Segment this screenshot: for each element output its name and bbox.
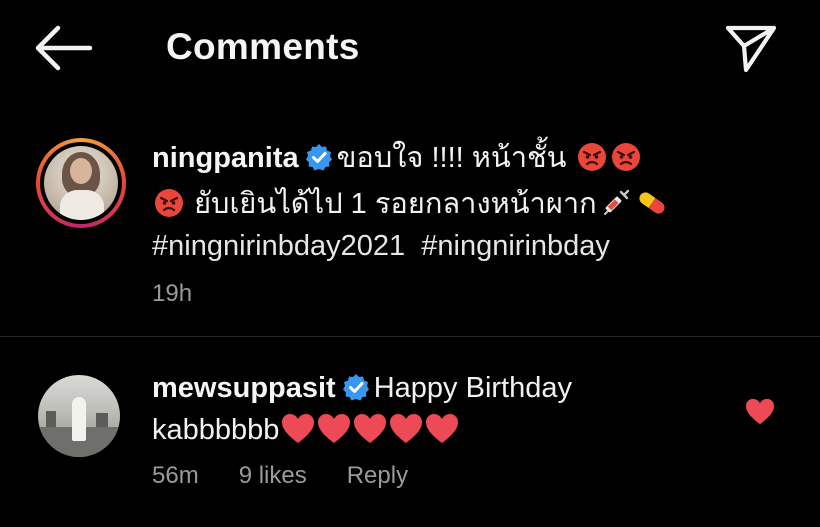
timestamp: 56m [152,462,199,489]
caption-text-2: ยับเยินได้ไป 1 รอยกลางหน้าผาก [194,188,597,220]
caption-text-1: ขอบใจ !!!! หน้าชั้น [336,142,567,174]
comment-item: mewsuppasit Happy Birthday kabbbbbb 56m 9… [0,360,820,520]
red-heart-icon [354,414,387,443]
divider [0,336,820,337]
angry-face-icon [611,143,640,171]
verified-badge-icon [342,374,369,401]
comment-line-2: kabbbbbb [152,410,459,451]
share-button[interactable] [724,20,778,74]
avatar[interactable] [38,375,120,457]
angry-face-icon [577,143,606,171]
story-ring[interactable] [36,138,126,228]
angry-face-icon [155,189,183,217]
header: Comments [0,0,820,100]
pill-icon [639,192,665,214]
verified-badge-icon [305,144,332,171]
reply-button[interactable]: Reply [347,462,408,489]
comment-text-2: kabbbbbb [152,414,280,446]
comment-username[interactable]: mewsuppasit [152,372,336,404]
comment-meta: 56m 9 likes Reply [152,462,448,490]
like-heart-icon[interactable] [745,398,775,426]
caption-username[interactable]: ningpanita [152,142,299,174]
caption-comment: ningpanita ขอบใจ !!!! หน้าชั้น ยับเยินได… [0,130,820,310]
red-heart-icon [318,414,351,443]
likes-count[interactable]: 9 likes [239,462,307,489]
timestamp: 19h [152,280,193,307]
arrow-left-icon [35,25,93,71]
caption-line-1: ningpanita ขอบใจ !!!! หน้าชั้น [152,138,643,179]
red-heart-icon [282,414,315,443]
caption-meta: 19h [152,280,232,308]
hashtag-link[interactable]: #ningnirinbday [421,230,610,262]
comment-line-1: mewsuppasit Happy Birthday [152,368,572,409]
avatar [44,146,118,220]
hashtag-link[interactable]: #ningnirinbday2021 [152,230,405,262]
comment-text-1: Happy Birthday [373,372,572,404]
red-heart-icon [426,414,459,443]
caption-hashtags: #ningnirinbday2021 #ningnirinbday [152,226,610,267]
syringe-icon [603,189,629,215]
page-title: Comments [166,26,360,67]
paper-plane-icon [725,25,777,73]
back-button[interactable] [34,24,94,72]
caption-line-2: ยับเยินได้ไป 1 รอยกลางหน้าผาก [152,184,669,225]
red-heart-icon [390,414,423,443]
